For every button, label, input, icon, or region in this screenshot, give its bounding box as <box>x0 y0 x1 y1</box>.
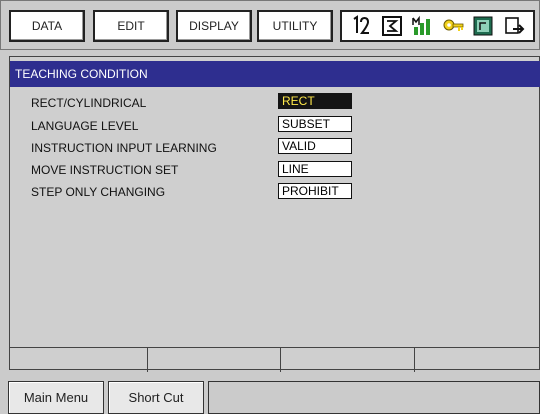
short-cut-button[interactable]: Short Cut <box>108 381 204 414</box>
edit-menu-button[interactable]: EDIT <box>93 10 169 42</box>
status-cell-3 <box>281 348 415 372</box>
bottom-bar: Main Menu Short Cut <box>0 378 540 414</box>
utility-menu-button[interactable]: UTILITY <box>257 10 333 42</box>
page-output-icon <box>504 17 525 34</box>
main-menu-button[interactable]: Main Menu <box>8 381 104 414</box>
move-instruction-set-label: MOVE INSTRUCTION SET <box>31 163 179 177</box>
display-menu-button[interactable]: DISPLAY <box>176 10 252 42</box>
language-level-label: LANGUAGE LEVEL <box>31 119 139 133</box>
step-icon <box>381 16 402 36</box>
instruction-input-learning-label: INSTRUCTION INPUT LEARNING <box>31 141 217 155</box>
panel-title: TEACHING CONDITION <box>10 61 540 87</box>
data-menu-button[interactable]: DATA <box>9 10 85 42</box>
language-level-value[interactable]: SUBSET <box>278 116 352 132</box>
manual-speed-icon <box>412 15 431 35</box>
teaching-condition-panel: TEACHING CONDITION RECT/CYLINDRICAL RECT… <box>9 56 540 372</box>
move-instruction-set-value[interactable]: LINE <box>278 161 352 177</box>
status-icon-area <box>340 10 535 42</box>
status-cell-4 <box>415 348 540 372</box>
step-only-changing-value[interactable]: PROHIBIT <box>278 183 352 199</box>
security-key-icon <box>443 19 464 31</box>
panel-status-bar <box>10 347 540 372</box>
status-cell-1 <box>10 348 148 372</box>
step-only-changing-label: STEP ONLY CHANGING <box>31 185 166 199</box>
instruction-input-learning-value[interactable]: VALID <box>278 138 352 154</box>
rect-cylindrical-label: RECT/CYLINDRICAL <box>31 96 147 110</box>
top-menu-bar: DATA EDIT DISPLAY UTILITY <box>0 0 540 50</box>
message-area <box>208 381 540 414</box>
cycle-mode-icon <box>353 15 370 34</box>
rect-cylindrical-value[interactable]: RECT <box>278 93 352 109</box>
status-cell-2 <box>148 348 281 372</box>
coordinate-icon <box>473 16 493 36</box>
